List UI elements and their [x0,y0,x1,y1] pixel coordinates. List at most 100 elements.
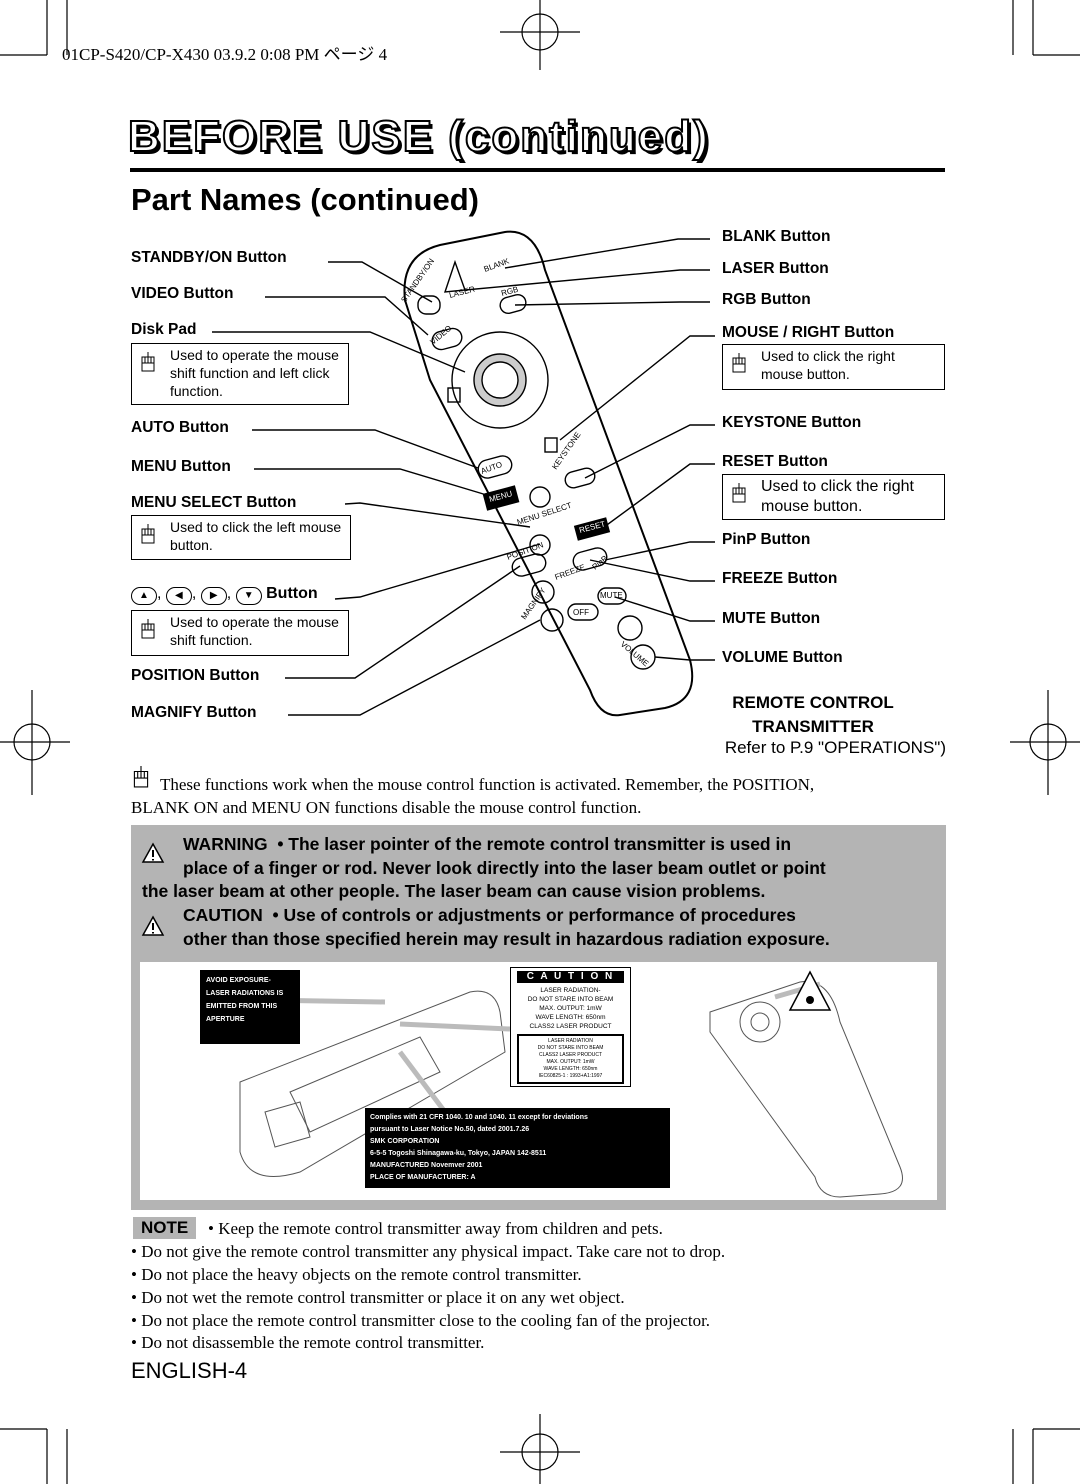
caution-icon [141,915,165,936]
arrow-up-icon: ▲ [131,587,157,605]
mouse-icon [141,619,155,639]
aperture-text: EMITTED FROM THIS [206,1003,278,1010]
mouse-note-line2: BLANK ON and MENU ON functions disable t… [131,798,642,817]
caution-inner-label: LASER RADIATION DO NOT STARE INTO BEAM C… [517,1034,624,1084]
key-freeze: FREEZE [554,563,587,582]
note-text: Used to operate the mouse shift function… [170,614,339,648]
label-freeze: FREEZE Button [722,570,838,587]
note-bullet: • Do not disassemble the remote control … [131,1333,485,1352]
label-disk-pad: Disk Pad [131,321,197,338]
inner-line: MAX. OUTPUT: 1mW [546,1059,595,1065]
note-bullet: • Do not place the remote control transm… [131,1311,711,1330]
caution-label-line: CLASS2 LASER PRODUCT [529,1023,612,1030]
note-text: Used to click the right mouse button. [761,478,914,515]
caution-label-line: WAVE LENGTH: 650nm [535,1014,606,1021]
key-video: VIDEO [429,324,454,347]
caution-label-title: C A U T I O N [517,971,624,983]
caution-line2: other than those specified herein may re… [183,929,830,949]
note-bullet: • Keep the remote control transmitter aw… [208,1219,663,1238]
label-volume: VOLUME Button [722,649,843,666]
laser-labels-figure: AVOID EXPOSURE- LASER RADIATIONS IS EMIT… [140,962,937,1200]
key-menu-select: MENU SELECT [516,501,573,527]
compliance-line: pursuant to Laser Notice No.50, dated 20… [370,1126,530,1133]
label-reset: RESET Button [722,453,828,470]
label-laser: LASER Button [722,260,829,277]
inner-line: CLASS2 LASER PRODUCT [538,1052,603,1058]
label-position: POSITION Button [131,667,260,684]
warning-line1: • The laser pointer of the remote contro… [277,834,792,854]
warning-word: WARNING [183,834,268,854]
mouse-icon [732,353,746,373]
compliance-line: PLACE OF MANUFACTURER: A [370,1174,476,1181]
page-number: ENGLISH-4 [131,1358,248,1383]
note-bullet: • Do not place the heavy objects on the … [131,1265,582,1284]
key-laser: LASER [448,284,476,300]
note-bullet: • Do not wet the remote control transmit… [131,1288,625,1307]
mouse-right-note: Used to click the right mouse button. [722,344,945,390]
mouse-icon [732,483,746,503]
inner-line: DO NOT STARE INTO BEAM [537,1045,604,1051]
caution-label-line: MAX. OUTPUT: 1mW [539,1005,602,1012]
mouse-icon [141,352,155,372]
label-pinp: PinP Button [722,531,811,548]
warning-line2: place of a finger or rod. Never look dir… [183,858,826,878]
warning-icon [141,842,165,863]
aperture-label: AVOID EXPOSURE- LASER RADIATIONS IS EMIT… [200,970,300,1044]
note-tag: NOTE [133,1217,197,1239]
transmitter-line2: TRANSMITTER [752,717,874,736]
key-off: OFF [573,608,589,617]
label-arrows-text: Button [266,585,318,602]
caution-label-line: DO NOT STARE INTO BEAM [527,996,614,1003]
warning-line3: the laser beam at other people. The lase… [142,881,766,901]
label-keystone: KEYSTONE Button [722,414,862,431]
compliance-label: Complies with 21 CFR 1040. 10 and 1040. … [365,1108,670,1188]
label-standby: STANDBY/ON Button [131,249,287,266]
label-mute: MUTE Button [722,610,821,627]
arrows-note: Used to operate the mouse shift function… [131,610,349,656]
caution-word: CAUTION [183,905,263,925]
label-blank: BLANK Button [722,228,831,245]
aperture-text: AVOID EXPOSURE- [206,977,271,984]
key-mute: MUTE [600,591,623,600]
transmitter-heading: REMOTE CONTROL TRANSMITTER [680,691,946,739]
key-volume: VOLUME [619,640,651,669]
arrow-down-icon: ▼ [235,587,262,605]
inner-line: IEC60825-1 : 1993+A1:1997 [538,1073,603,1079]
label-magnify: MAGNIFY Button [131,704,257,721]
key-auto: AUTO [480,460,504,476]
key-blank: BLANK [483,256,511,274]
caution-label-line: LASER RADIATION- [540,987,601,994]
transmitter-line1: REMOTE CONTROL [732,693,894,712]
inner-line: WAVE LENGTH: 650nm [543,1066,598,1072]
caution-line1: • Use of controls or adjustments or perf… [272,905,796,925]
compliance-line: MANUFACTURED Novemver 2001 [370,1162,483,1169]
inner-line: LASER RADIATION [548,1038,593,1044]
menu-select-note: Used to click the left mouse button. [131,515,351,560]
label-rgb: RGB Button [722,291,811,308]
label-mouse-right: MOUSE / RIGHT Button [722,324,895,341]
mouse-icon [141,524,155,544]
aperture-text: APERTURE [206,1016,245,1023]
label-auto: AUTO Button [131,419,229,436]
label-video: VIDEO Button [131,285,234,302]
note-text: Used to click the left mouse button. [170,519,342,553]
caution-label: C A U T I O N LASER RADIATION- DO NOT ST… [510,967,631,1087]
arrow-right-icon: ▶ [200,587,227,605]
label-arrows: ▲, ◀, ▶, ▼ Button [131,585,318,605]
label-menu-select: MENU SELECT Button [131,494,297,511]
compliance-line: Complies with 21 CFR 1040. 10 and 1040. … [370,1114,588,1121]
key-keystone: KEYSTONE [550,430,582,471]
note-text: Used to operate the mouse shift function… [170,347,339,399]
mouse-icon [133,766,149,788]
disk-pad-note: Used to operate the mouse shift function… [131,343,349,405]
compliance-line: 6-5-5 Togoshi Shinagawa-ku, Tokyo, JAPAN… [370,1150,547,1157]
transmitter-refer: Refer to P.9 "OPERATIONS") [724,738,946,757]
mouse-note-line1: These functions work when the mouse cont… [160,775,815,794]
note-bullet: • Do not give the remote control transmi… [131,1242,726,1261]
arrow-left-icon: ◀ [165,587,192,605]
key-position: POSITION [506,540,545,562]
reset-note: Used to click the right mouse button. [722,474,945,520]
aperture-text: LASER RADIATIONS IS [206,990,284,997]
label-menu: MENU Button [131,458,231,475]
note-text: Used to click the right mouse button. [761,348,895,382]
